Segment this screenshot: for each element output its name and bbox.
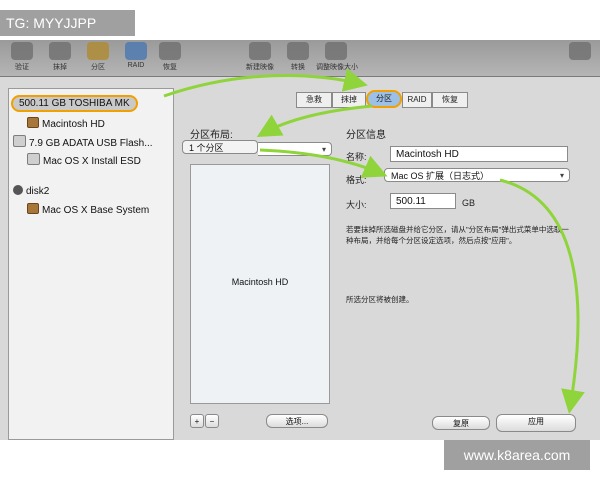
arrow-partition-tab-to-layout xyxy=(256,104,373,137)
watermark-url: www.k8area.com xyxy=(444,440,590,470)
disk-utility-window: 验证 抹掉 分区 RAID 恢复 新建映像 转换 调整映像大小 500.11 G… xyxy=(0,40,600,440)
arrow-layout-to-format xyxy=(259,148,388,178)
arrow-disk-to-partition-tab xyxy=(163,68,368,98)
annotation-arrows xyxy=(163,68,585,414)
arrow-format-to-apply xyxy=(499,178,585,414)
watermark-tag: TG: MYYJJPP xyxy=(0,10,135,36)
